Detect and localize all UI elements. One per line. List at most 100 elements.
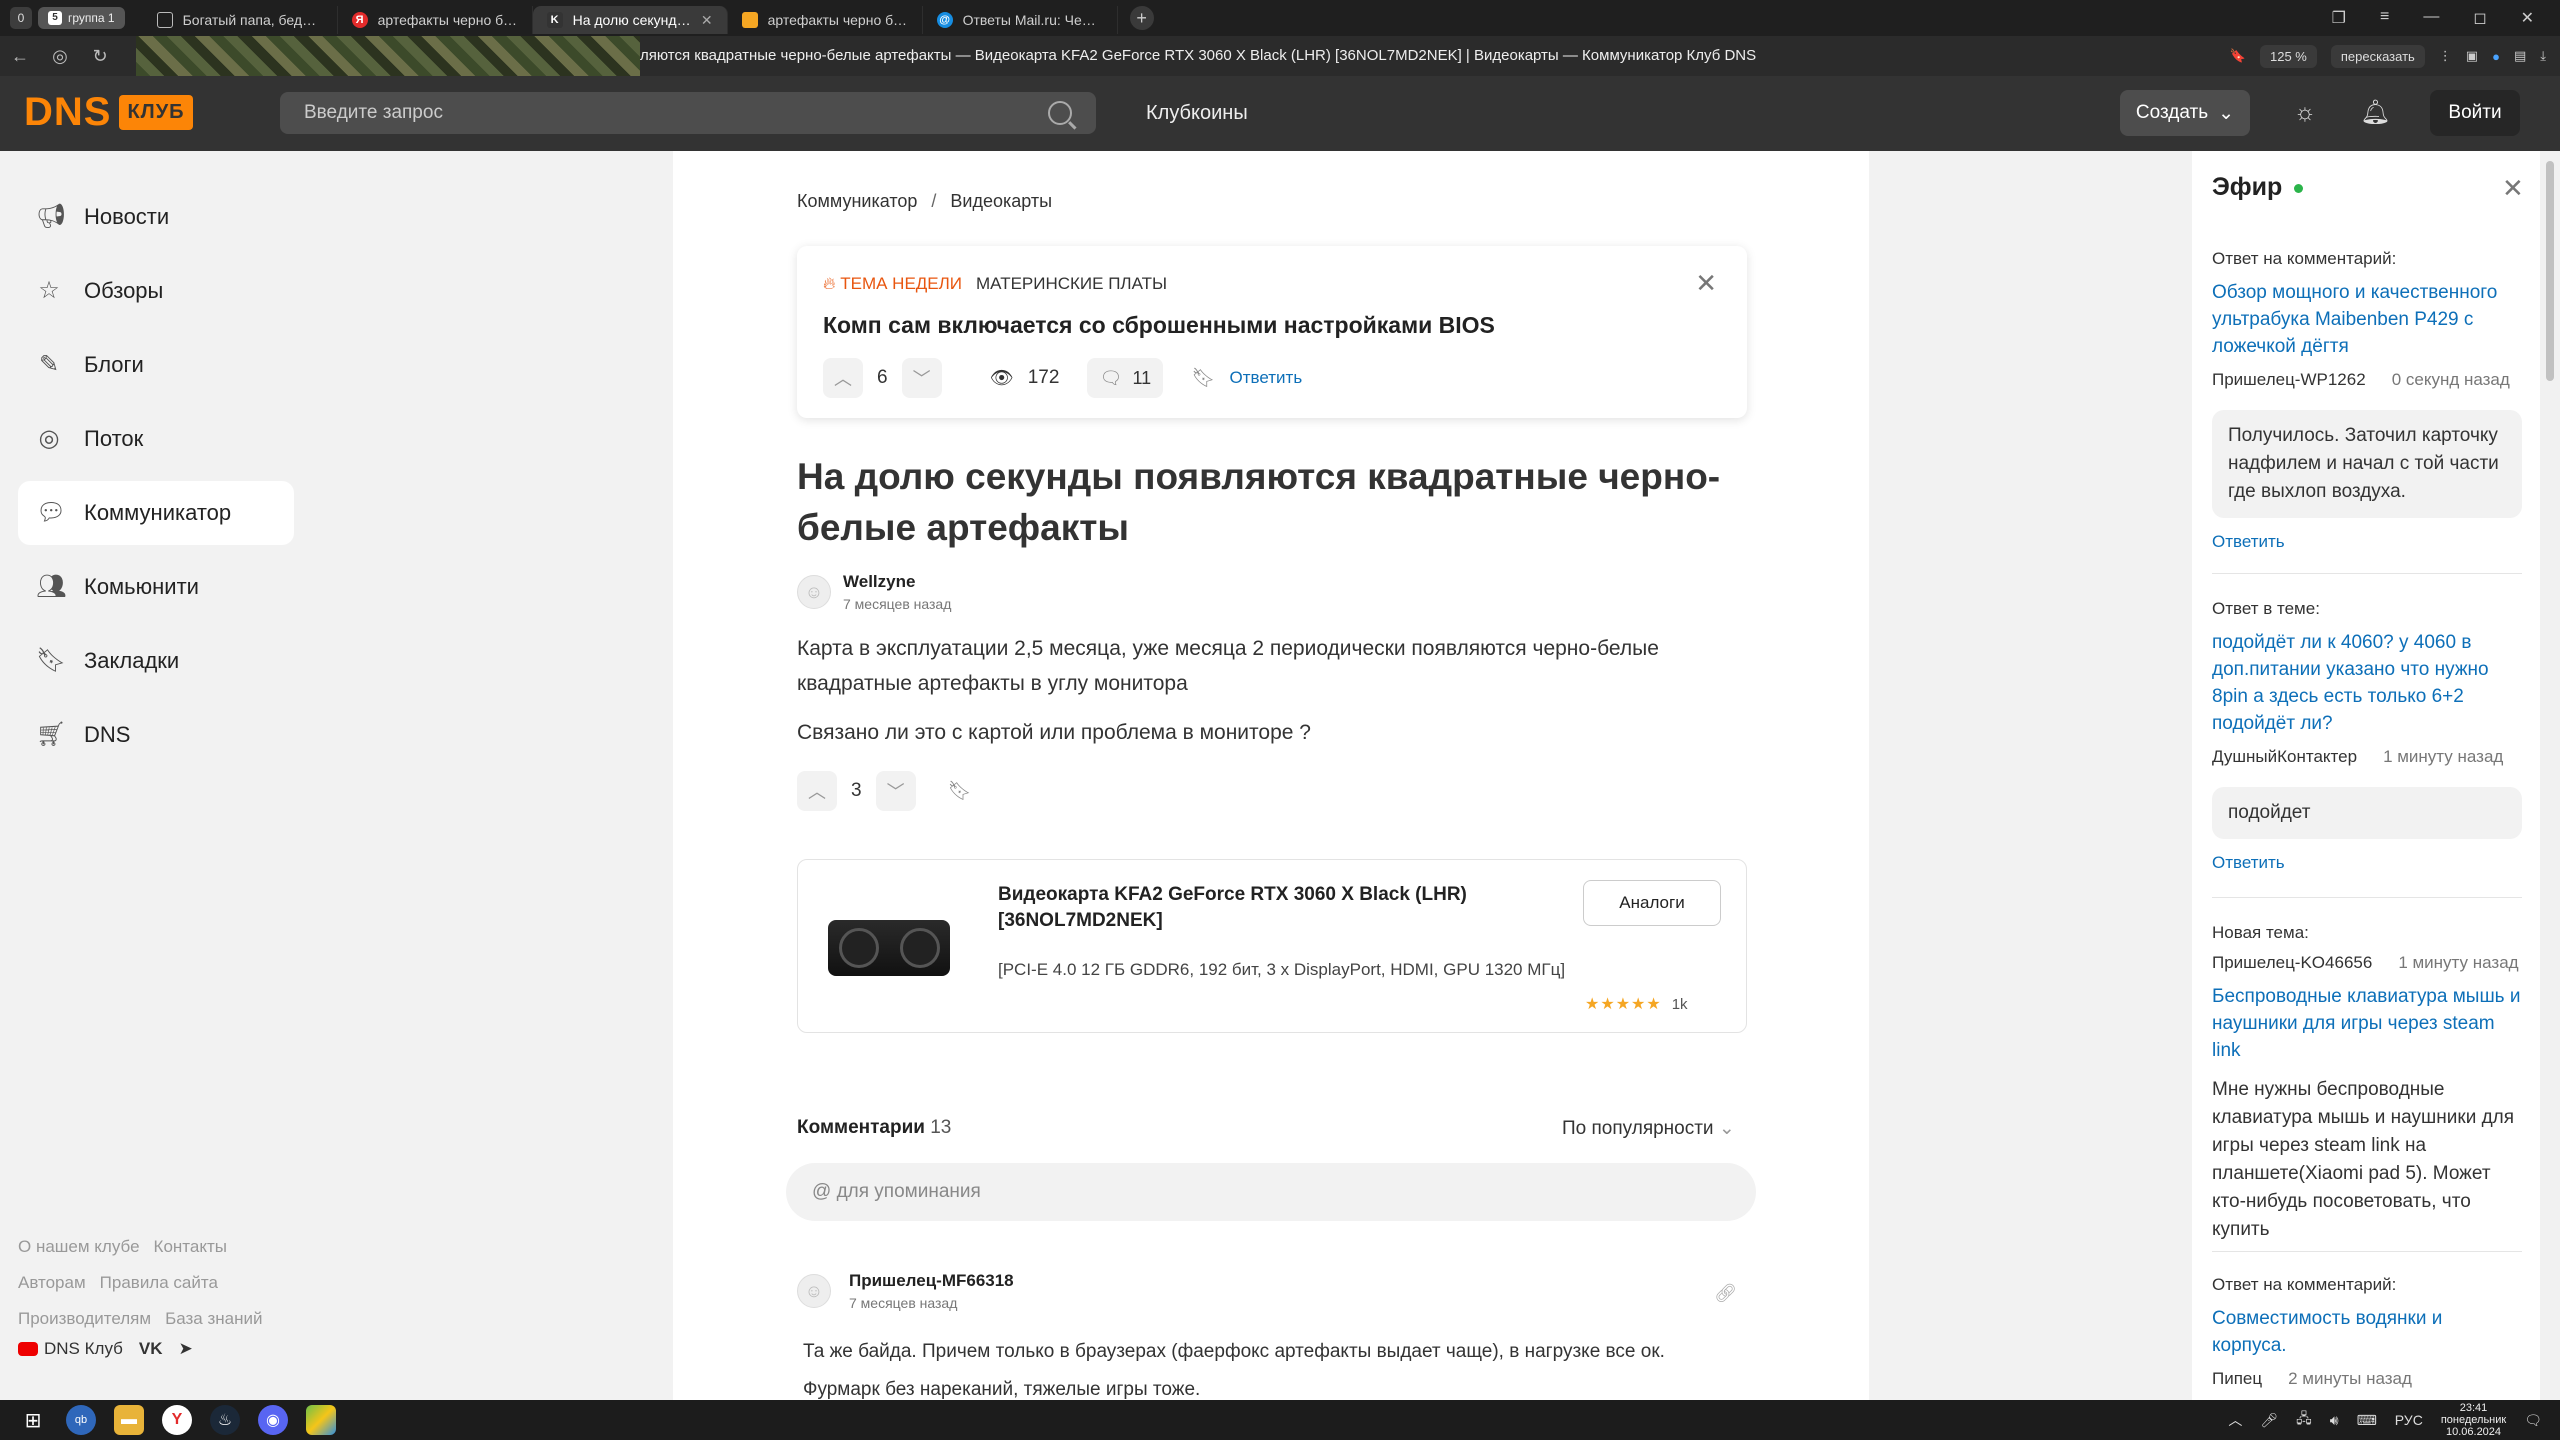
protect-icon[interactable]: ◎ [40, 46, 80, 67]
reply-link[interactable]: Ответить [1230, 368, 1303, 388]
steam-icon[interactable]: ♨ [210, 1405, 240, 1435]
feed-item-link[interactable]: Обзор мощного и качественного ультрабука… [2212, 279, 2522, 360]
windows-start-icon[interactable]: ⊞ [18, 1405, 48, 1435]
product-card[interactable]: Видеокарта KFA2 GeForce RTX 3060 X Black… [797, 859, 1747, 1033]
zoom-level[interactable]: 125 % [2260, 44, 2317, 68]
sidebar-item-bookmarks[interactable]: 🔖︎ Закладки [18, 629, 294, 693]
bell-icon[interactable]: 🔔︎ [2360, 98, 2390, 128]
topic-category[interactable]: МАТЕРИНСКИЕ ПЛАТЫ [976, 274, 1167, 294]
bookmark-page-icon[interactable]: 🔖 [2230, 48, 2246, 64]
browser-tab[interactable]: Богатый папа, бедный па [143, 6, 338, 34]
telegram-icon[interactable]: ➤ [179, 1339, 193, 1359]
feed-user[interactable]: ДушныйКонтактер [2212, 747, 2357, 767]
topic-title[interactable]: Комп сам включается со сброшенными настр… [823, 312, 1495, 339]
bookmark-icon[interactable]: 🔖︎ [1191, 366, 1215, 390]
page-url-title[interactable]: ляются квадратные черно-белые артефакты … [640, 36, 1756, 76]
feed-item-link[interactable]: Беспроводные клавиатура мышь и наушники … [2212, 983, 2522, 1064]
product-title[interactable]: Видеокарта KFA2 GeForce RTX 3060 X Black… [998, 882, 1498, 934]
tab-counter[interactable]: 0 [10, 7, 32, 29]
youtube-link[interactable]: DNS Клуб [18, 1339, 123, 1359]
speaker-icon[interactable]: 🔊︎ [2330, 1412, 2339, 1429]
notification-icon[interactable]: 🗨︎ [2524, 1412, 2542, 1429]
minimize-icon[interactable]: — [2423, 8, 2439, 28]
scrollbar[interactable] [2540, 151, 2560, 1400]
breadcrumb-item[interactable]: Коммуникатор [797, 191, 917, 211]
sidebar-item-blogs[interactable]: ✎ Блоги [18, 333, 294, 397]
collections-icon[interactable]: ▤ [2514, 48, 2526, 64]
new-tab-button[interactable]: + [1129, 6, 1154, 30]
feed-item-link[interactable]: Совместимость водянки и корпуса. [2212, 1305, 2522, 1359]
reviews-count[interactable]: 1k [1672, 996, 1688, 1013]
network-icon[interactable]: 🖧 [2296, 1408, 2312, 1432]
feed-reply-link[interactable]: Ответить [2212, 853, 2522, 873]
feed-user[interactable]: Пришелец-WP1262 [2212, 370, 2366, 390]
qbittorrent-icon[interactable]: qb [66, 1405, 96, 1435]
login-button[interactable]: Войти [2430, 90, 2520, 136]
microphone-icon[interactable]: 🎤︎ [2260, 1412, 2278, 1429]
search-input[interactable]: Введите запрос [280, 92, 1096, 134]
post-author[interactable]: ☺ Wellzyne 7 месяцев назад [797, 572, 951, 612]
sidebar-item-reviews[interactable]: ☆ Обзоры [18, 259, 294, 323]
link-icon[interactable]: 🔗︎ [1714, 1283, 1737, 1304]
theme-toggle-icon[interactable]: ☼ [2290, 98, 2320, 128]
create-button[interactable]: Создать ⌄ [2120, 90, 2250, 136]
upvote-button[interactable]: ︿ [823, 358, 863, 398]
footer-link[interactable]: О нашем клубе [18, 1237, 140, 1256]
menu-icon[interactable]: ≡ [2380, 8, 2389, 28]
bluestacks-icon[interactable] [306, 1405, 336, 1435]
extension-icon[interactable]: ▣ [2466, 48, 2478, 64]
clock[interactable]: 23:41 понедельник 10.06.2024 [2441, 1402, 2506, 1438]
restore-icon[interactable]: ◻ [2473, 8, 2486, 28]
browser-tab[interactable]: артефакты черно белые [728, 6, 923, 34]
yandex-browser-icon[interactable]: Y [162, 1405, 192, 1435]
feed-user[interactable]: Пипец [2212, 1369, 2262, 1389]
close-window-icon[interactable]: ✕ [2521, 8, 2534, 28]
breadcrumb-item[interactable]: Видеокарты [950, 191, 1052, 211]
reload-icon[interactable]: ↻ [80, 46, 120, 67]
browser-tab-active[interactable]: K На долю секунды появ ✕ [532, 6, 728, 34]
close-panel-icon[interactable]: ✕ [2502, 173, 2524, 204]
upvote-button[interactable]: ︿ [797, 771, 837, 811]
download-icon[interactable]: ⤓ [2540, 48, 2546, 64]
back-icon[interactable]: ← [0, 46, 40, 67]
retell-button[interactable]: пересказать [2330, 44, 2425, 68]
footer-link[interactable]: Правила сайта [100, 1273, 218, 1292]
browser-tab[interactable]: Яартефакты черно белые [338, 6, 533, 34]
tabs-overview-icon[interactable]: ❐ [2332, 8, 2346, 28]
feed-item-link[interactable]: подойдёт ли к 4060? у 4060 в доп.питании… [2212, 629, 2522, 737]
scrollbar-thumb[interactable] [2546, 161, 2554, 381]
footer-link[interactable]: Производителям [18, 1309, 151, 1328]
keyboard-icon[interactable]: ⌨ [2357, 1412, 2377, 1429]
browser-tab[interactable]: @ Ответы Mail.ru: Черно-бе [923, 6, 1118, 34]
feed-reply-link[interactable]: Ответить [2212, 532, 2522, 552]
sort-dropdown[interactable]: По популярности ⌄ [1562, 1117, 1735, 1140]
chevron-up-icon[interactable]: ︿ [2228, 1410, 2242, 1430]
comments-button[interactable]: 🗨︎ 11 [1087, 358, 1164, 398]
comment-author[interactable]: Пришелец-MF66318 [849, 1271, 1014, 1291]
file-explorer-icon[interactable]: ▬ [114, 1405, 144, 1435]
bookmark-icon[interactable]: 🔖︎ [948, 779, 972, 803]
vk-icon[interactable]: VK [139, 1339, 163, 1359]
downvote-button[interactable]: ﹀ [901, 358, 942, 398]
footer-link[interactable]: Авторам [18, 1273, 86, 1292]
search-icon[interactable] [1048, 101, 1072, 125]
avatar[interactable]: ☺ [797, 1274, 831, 1308]
clubcoins-link[interactable]: Клубкоины [1146, 102, 1248, 125]
close-icon[interactable]: ✕ [1695, 268, 1717, 299]
sidebar-item-communicator[interactable]: 💬︎ Коммуникатор [18, 481, 294, 545]
tab-group[interactable]: 5 группа 1 [38, 7, 125, 29]
footer-link[interactable]: База знаний [165, 1309, 262, 1328]
analogs-button[interactable]: Аналоги [1583, 880, 1721, 926]
alice-icon[interactable]: ● [2492, 49, 2500, 64]
more-icon[interactable]: ⋮ [2439, 48, 2452, 64]
language-indicator[interactable]: РУС [2395, 1412, 2423, 1428]
sidebar-item-stream[interactable]: ◎ Поток [18, 407, 294, 471]
sidebar-item-dns[interactable]: 🛒︎ DNS [18, 703, 294, 767]
discord-icon[interactable]: ◉ [258, 1405, 288, 1435]
product-image[interactable] [828, 920, 950, 976]
author-name[interactable]: Wellzyne [843, 572, 951, 592]
comment-input[interactable]: @ для упоминания [786, 1163, 1756, 1221]
close-tab-icon[interactable]: ✕ [701, 12, 713, 29]
site-logo[interactable]: DNS КЛУБ [24, 92, 193, 132]
footer-link[interactable]: Контакты [154, 1237, 227, 1256]
